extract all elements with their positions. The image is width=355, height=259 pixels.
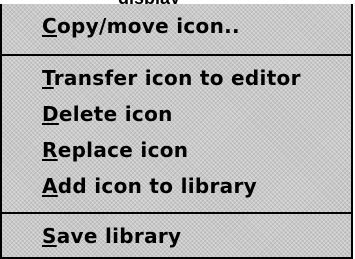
mnemonic-s: S bbox=[42, 224, 57, 248]
menu-item-label: eplace icon bbox=[57, 138, 189, 162]
menu-item-replace-icon[interactable]: Replace icon bbox=[42, 138, 188, 162]
menu-separator bbox=[2, 212, 351, 214]
mnemonic-a: A bbox=[42, 174, 58, 198]
menu-item-label: dd icon to library bbox=[57, 174, 257, 198]
menu-item-copy-move-icon[interactable]: Copy/move icon.. bbox=[42, 14, 240, 38]
mnemonic-t: T bbox=[42, 66, 54, 90]
menu-item-label: ransfer icon to editor bbox=[53, 66, 301, 90]
menu-item-save-library[interactable]: Save library bbox=[42, 224, 181, 248]
mnemonic-r: R bbox=[42, 138, 58, 162]
context-menu: Copy/move icon.. Transfer icon to editor… bbox=[0, 4, 353, 259]
menu-item-transfer-icon-to-editor[interactable]: Transfer icon to editor bbox=[42, 66, 301, 90]
menu-separator bbox=[2, 54, 351, 56]
menu-item-label: ave library bbox=[56, 224, 182, 248]
menu-item-add-icon-to-library[interactable]: Add icon to library bbox=[42, 174, 257, 198]
menu-item-label: opy/move icon.. bbox=[56, 14, 240, 38]
mnemonic-d: D bbox=[42, 102, 59, 126]
menu-item-label: elete icon bbox=[58, 102, 173, 126]
mnemonic-c: C bbox=[42, 14, 57, 38]
menu-item-delete-icon[interactable]: Delete icon bbox=[42, 102, 173, 126]
screen: display Copy/move icon.. Transfer icon t… bbox=[0, 0, 355, 259]
